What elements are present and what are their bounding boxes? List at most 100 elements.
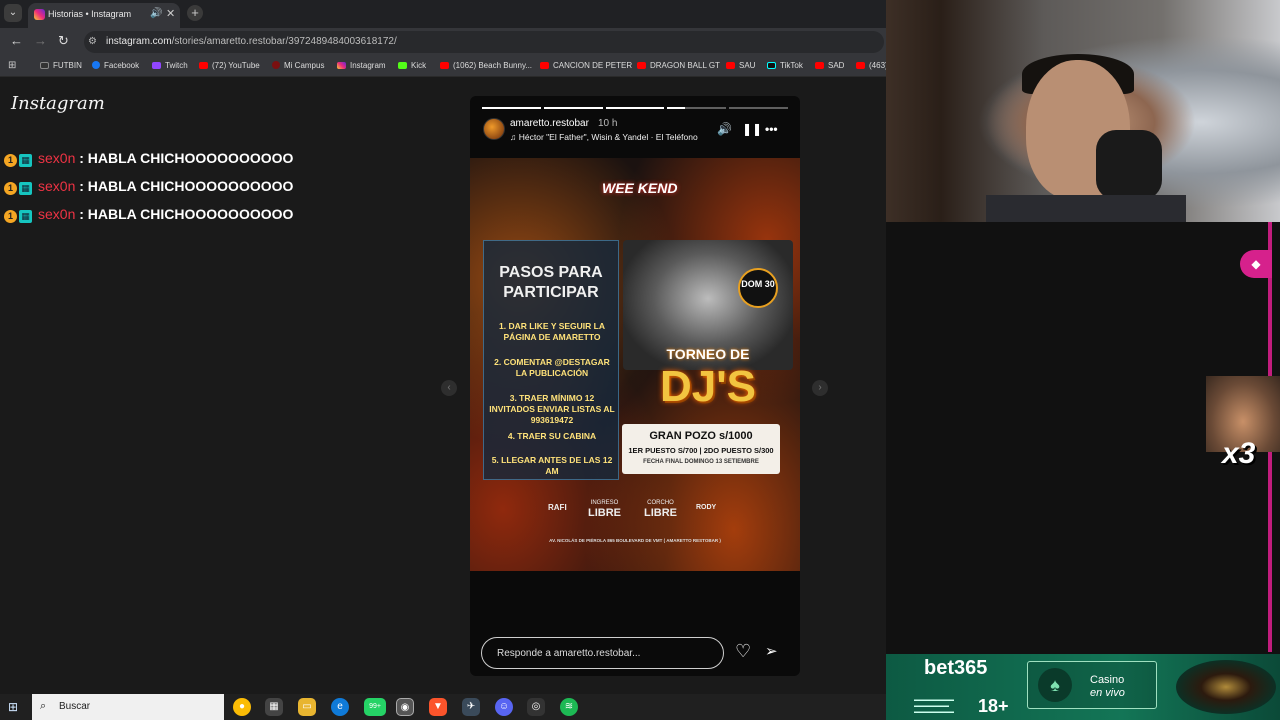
music-icon: ♫ — [510, 132, 519, 142]
new-tab-button[interactable]: + — [187, 5, 203, 21]
chat-username: sex0n — [38, 178, 76, 194]
story-reply-input[interactable]: Responde a amaretto.restobar... — [481, 637, 724, 669]
ad-disclaimer: ▬▬▬▬▬▬▬▬ ▬▬▬▬▬▬▬ ▬▬▬▬▬▬▬▬ — [914, 697, 954, 715]
bookmark-sad[interactable]: SAD — [815, 61, 844, 70]
bookmark-futbin[interactable]: FUTBIN — [40, 61, 82, 70]
brave-icon[interactable]: ▼ — [429, 698, 447, 716]
bookmark-twitch[interactable]: Twitch — [152, 61, 188, 70]
sponsor-rody: RODY — [696, 504, 717, 511]
search-icon: ⌕ — [40, 700, 47, 712]
chat-text: : HABLA CHICHOOOOOOOOOO — [79, 150, 294, 166]
bet365-logo: bet365 — [924, 657, 988, 679]
prize-date: FECHA FINAL DOMINGO 13 SETIEMBRE — [643, 459, 759, 465]
instagram-logo[interactable]: Instagram — [11, 93, 105, 114]
chat-overlay: 1 ▦ sex0n : HABLA CHICHOOOOOOOOOO 1 ▦ sex0n … — [4, 150, 293, 234]
more-options-icon[interactable]: ••• — [765, 122, 778, 136]
step-item: 3. TRAER MÍNIMO 12 INVITADOS ENVIAR LIST… — [489, 393, 615, 425]
badge-icon: 1 — [4, 210, 17, 223]
progress-segment — [482, 107, 541, 109]
next-story-icon[interactable]: › — [812, 380, 828, 396]
file-explorer-icon[interactable]: ▭ — [298, 698, 316, 716]
forward-icon[interactable]: → — [34, 33, 47, 48]
step-item: 5. LLEGAR ANTES DE LAS 12 AM — [491, 455, 613, 476]
webcam-feed — [886, 0, 1280, 222]
site-info-icon[interactable]: ⚙ — [88, 36, 97, 47]
progress-fill — [605, 107, 665, 109]
step-item: 4. TRAER SU CABINA — [507, 431, 597, 441]
taskbar-search-box[interactable]: ⌕ Buscar — [32, 694, 224, 720]
bookmark-sau[interactable]: SAU — [726, 61, 755, 70]
chrome-icon[interactable]: ● — [233, 698, 251, 716]
chat-username: sex0n — [38, 150, 76, 166]
bookmark-instagram[interactable]: Instagram — [337, 61, 386, 70]
age-rating: 18+ — [978, 696, 1009, 716]
story-username[interactable]: amaretto.restobar — [510, 118, 589, 129]
progress-fill — [667, 107, 686, 109]
tab-search-button[interactable]: ⌄ — [4, 4, 22, 22]
instagram-page: Instagram 1 ▦ sex0n : HABLA CHICHOOOOOOOOO… — [0, 77, 886, 694]
bookmark-463[interactable]: (463) — [856, 61, 888, 70]
bet365-ad[interactable]: bet365 ▬▬▬▬▬▬▬▬ ▬▬▬▬▬▬▬ ▬▬▬▬▬▬▬▬ 18+ ♠ Cas… — [886, 654, 1280, 720]
prize-sub: 1ER PUESTO S/700 | 2DO PUESTO S/300 — [628, 446, 774, 455]
whatsapp-icon[interactable]: 99+ — [364, 698, 386, 716]
roulette-image — [1176, 660, 1276, 714]
steps-box: PASOS PARA PARTICIPAR 1. DAR LIKE Y SEGU… — [483, 240, 619, 480]
sub-badge-icon: ▦ — [19, 210, 32, 223]
bookmark-dragon-ball-gt[interactable]: DRAGON BALL GT — [637, 61, 720, 70]
volume-icon[interactable]: 🔊 — [717, 122, 732, 136]
spotify-icon[interactable]: ≋ — [560, 698, 578, 716]
story-viewer[interactable]: amaretto.restobar 10 h ♫ Héctor "El Fath… — [470, 96, 800, 676]
send-icon[interactable]: ➢ — [765, 642, 778, 660]
tab-instagram[interactable]: Historias • Instagram 🔊 ✕ — [28, 3, 180, 28]
pause-icon[interactable]: ❚❚ — [742, 122, 762, 136]
chat-text: : HABLA CHICHOOOOOOOOOO — [79, 206, 294, 222]
chat-message: 1 ▦ sex0n : HABLA CHICHOOOOOOOOOO — [4, 178, 293, 206]
speaker-icon[interactable]: 🔊 — [150, 8, 162, 19]
multiplier-label: x3 — [1222, 437, 1256, 470]
chat-message: 1 ▦ sex0n : HABLA CHICHOOOOOOOOOO — [4, 206, 293, 234]
bookmark-facebook[interactable]: Facebook — [92, 61, 139, 70]
store-icon[interactable]: ▦ — [265, 698, 283, 716]
bookmark-mi-campus[interactable]: Mi Campus — [272, 61, 324, 70]
discord-icon[interactable]: ☺ — [495, 698, 513, 716]
edge-icon[interactable]: e — [331, 698, 349, 716]
windows-start-icon[interactable]: ⊞ — [8, 700, 18, 714]
dealer-icon: ♠ — [1038, 668, 1072, 702]
sponsor-corcho: CORCHO LIBRE — [644, 500, 677, 519]
bookmark-youtube[interactable]: (72) YouTube — [199, 61, 260, 70]
heart-icon[interactable]: ♡ — [735, 641, 751, 662]
chat-message: 1 ▦ sex0n : HABLA CHICHOOOOOOOOOO — [4, 150, 293, 178]
bookmark-beach-bunny[interactable]: (1062) Beach Bunny... — [440, 61, 532, 70]
obs-icon[interactable]: ◉ — [396, 698, 414, 716]
headset-mic — [1096, 130, 1162, 200]
story-poster: WEE KEND PASOS PARA PARTICIPAR 1. DAR LI… — [470, 158, 800, 571]
sponsor-ingreso: INGRESO LIBRE — [588, 500, 621, 519]
bookmark-cancion-de-peter[interactable]: CANCION DE PETER — [540, 61, 632, 70]
tab-title: Historias • Instagram — [48, 9, 132, 19]
url-text: instagram.com/stories/amaretto.restobar/… — [106, 36, 397, 47]
browser-toolbar: ← → ↻ ⚙ instagram.com/stories/amaretto.r… — [0, 28, 886, 56]
steam-icon[interactable]: ◎ — [527, 698, 545, 716]
previous-story-icon[interactable]: ‹ — [441, 380, 457, 396]
back-icon[interactable]: ← — [10, 33, 23, 48]
progress-fill — [543, 107, 603, 109]
reload-icon[interactable]: ↻ — [58, 33, 69, 49]
progress-fill — [482, 107, 541, 109]
streamer-shirt — [986, 195, 1186, 222]
address-bar[interactable]: ⚙ instagram.com/stories/amaretto.restoba… — [84, 31, 884, 53]
bookmark-kick[interactable]: Kick — [398, 61, 426, 70]
chat-username: sex0n — [38, 206, 76, 222]
apps-grid-icon[interactable]: ⊞ — [8, 60, 16, 71]
casino-en-vivo-button[interactable]: ♠ Casino en vivo — [1027, 661, 1157, 709]
torneo-text: TORNEO DE — [666, 346, 750, 362]
chat-text: : HABLA CHICHOOOOOOOOOO — [79, 178, 294, 194]
close-icon[interactable]: ✕ — [166, 7, 175, 20]
event-logo: WEE KEND — [602, 180, 678, 196]
badge-icon: 1 — [4, 182, 17, 195]
sub-badge-icon: ▦ — [19, 182, 32, 195]
bookmark-tiktok[interactable]: TikTok — [767, 61, 803, 70]
progress-segment — [543, 107, 603, 109]
avatar[interactable] — [483, 118, 505, 140]
app-icon[interactable]: ✈ — [462, 698, 480, 716]
story-song[interactable]: ♫ Héctor "El Father", Wisin & Yandel · E… — [510, 132, 698, 142]
